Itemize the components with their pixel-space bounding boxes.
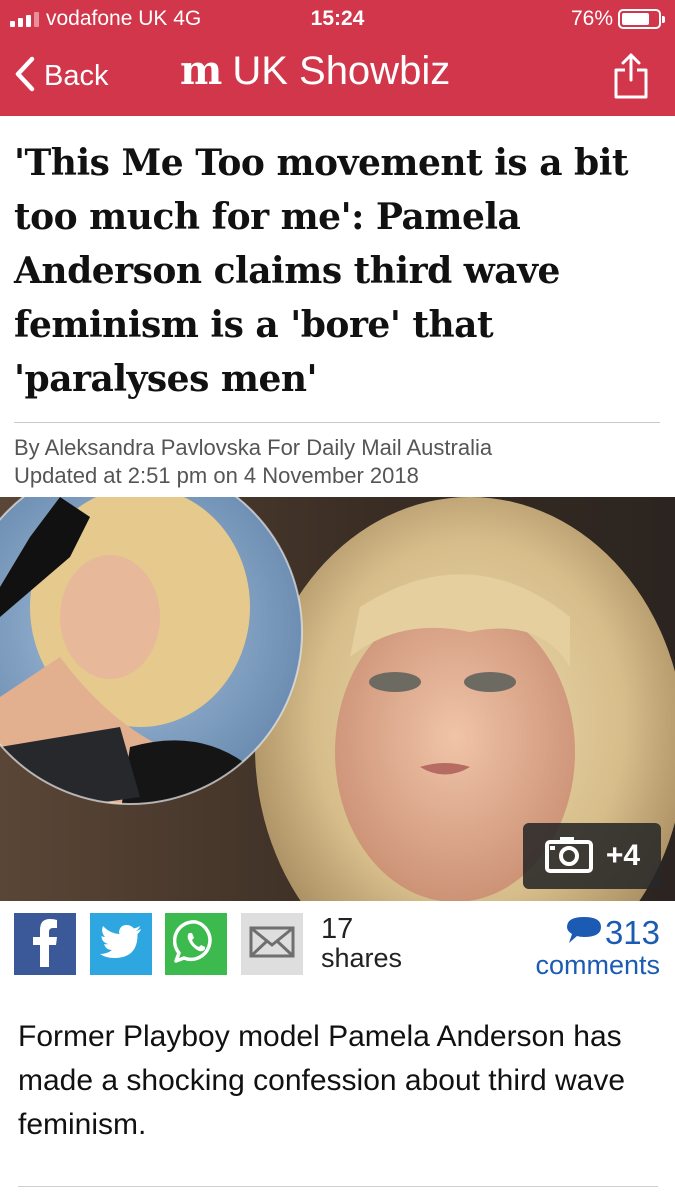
app-header: vodafone UK 4G 15:24 76% Back m UK Showb… [0, 0, 675, 116]
divider-bottom [18, 1186, 658, 1187]
battery-icon [618, 9, 665, 29]
byline-block: By Aleksandra Pavlovska For Daily Mail A… [14, 434, 660, 490]
whatsapp-icon [172, 919, 219, 970]
article-hero-image[interactable]: +4 [0, 497, 675, 901]
share-button[interactable] [613, 52, 649, 105]
battery-percent: 76% [570, 7, 613, 30]
whatsapp-share-button[interactable] [165, 913, 227, 975]
share-count-label: shares [321, 943, 403, 973]
share-count-number: 17 [321, 913, 354, 945]
comments-link[interactable]: 313 comments [535, 913, 660, 981]
email-icon [249, 926, 295, 963]
article-lead-paragraph: Former Playboy model Pamela Anderson has… [18, 1020, 626, 1141]
email-share-button[interactable] [241, 913, 303, 975]
gallery-count: +4 [605, 839, 641, 872]
facebook-share-button[interactable] [14, 913, 76, 975]
daily-mail-logo: m [180, 47, 223, 94]
comments-label: comments [535, 950, 660, 980]
comments-count: 313 [604, 913, 660, 951]
back-label: Back [44, 59, 109, 92]
section-title-label: UK Showbiz [232, 49, 451, 93]
status-bar: vodafone UK 4G 15:24 76% [0, 0, 675, 38]
section-title: m UK Showbiz [180, 48, 450, 94]
back-button[interactable]: Back [14, 56, 108, 96]
share-icon [613, 53, 649, 104]
camera-icon [544, 834, 594, 879]
back-chevron-icon [14, 56, 36, 97]
byline: By Aleksandra Pavlovska For Daily Mail A… [14, 435, 493, 460]
twitter-share-button[interactable] [90, 913, 152, 975]
divider [14, 422, 660, 423]
article-headline: 'This Me Too movement is a bit too much … [14, 142, 629, 400]
share-bar: 17 shares 313 comments [14, 913, 660, 980]
gallery-button[interactable]: +4 [523, 823, 661, 889]
comment-bubble-icon [565, 915, 603, 950]
facebook-icon [29, 917, 61, 972]
share-count: 17 shares [321, 913, 403, 974]
updated-timestamp: Updated at 2:51 pm on 4 November 2018 [14, 463, 419, 488]
twitter-icon [100, 924, 142, 964]
